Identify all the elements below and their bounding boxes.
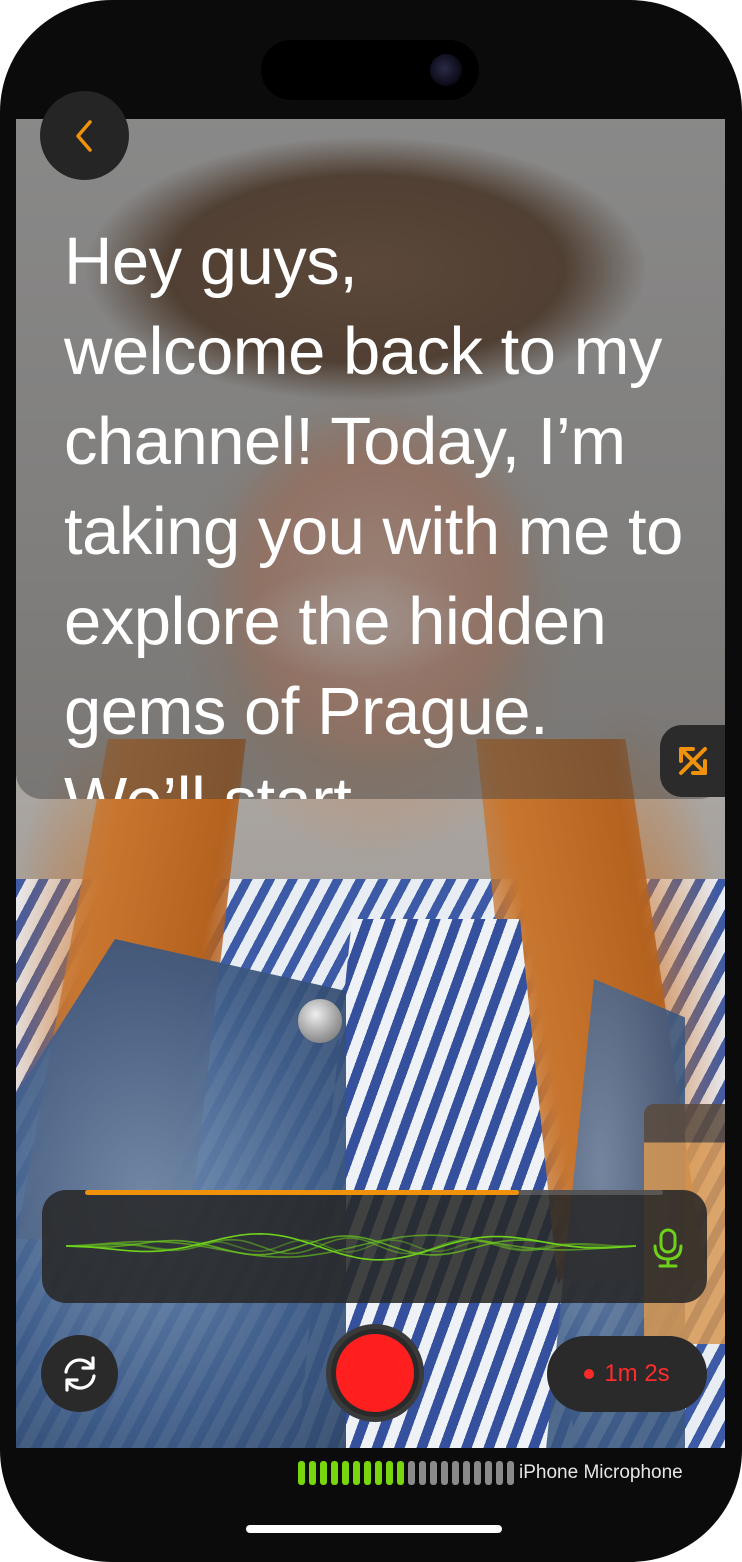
camera-flip-icon xyxy=(63,1355,96,1392)
record-icon xyxy=(336,1334,414,1412)
back-button[interactable] xyxy=(40,91,129,180)
level-segment xyxy=(375,1461,382,1485)
input-level-meter xyxy=(298,1461,514,1485)
level-segment xyxy=(298,1461,305,1485)
chevron-left-icon xyxy=(75,119,92,152)
audio-waveform xyxy=(66,1232,636,1261)
level-segment xyxy=(320,1461,327,1485)
script-progress-fill xyxy=(85,1190,519,1195)
level-segment xyxy=(309,1461,316,1485)
level-segment xyxy=(496,1461,503,1485)
level-segment xyxy=(364,1461,371,1485)
timer-text: 1m 2s xyxy=(604,1360,670,1387)
level-segment xyxy=(507,1461,514,1485)
teleprompter-script: Hey guys, welcome back to my channel! To… xyxy=(64,224,683,799)
level-segment xyxy=(419,1461,426,1485)
level-segment xyxy=(441,1461,448,1485)
record-button[interactable] xyxy=(326,1324,424,1422)
script-progress-bar[interactable] xyxy=(85,1190,663,1195)
teleprompter-panel[interactable]: Hey guys, welcome back to my channel! To… xyxy=(16,119,725,799)
level-segment xyxy=(408,1461,415,1485)
front-camera xyxy=(430,54,462,86)
level-segment xyxy=(353,1461,360,1485)
level-segment xyxy=(474,1461,481,1485)
home-indicator[interactable] xyxy=(246,1525,502,1533)
level-segment xyxy=(485,1461,492,1485)
recording-dot-icon xyxy=(584,1369,595,1379)
microphone-icon[interactable] xyxy=(650,1228,686,1268)
level-segment xyxy=(397,1461,404,1485)
level-segment xyxy=(331,1461,338,1485)
level-segment xyxy=(386,1461,393,1485)
level-segment xyxy=(463,1461,470,1485)
preview-jacket-button xyxy=(298,999,342,1043)
audio-panel xyxy=(42,1190,707,1303)
phone-frame: Hey guys, welcome back to my channel! To… xyxy=(0,0,742,1562)
recording-timer: 1m 2s xyxy=(547,1336,707,1412)
level-segment xyxy=(430,1461,437,1485)
flip-camera-button[interactable] xyxy=(41,1335,118,1412)
level-segment xyxy=(452,1461,459,1485)
diagonal-arrows-icon xyxy=(678,747,707,775)
level-segment xyxy=(342,1461,349,1485)
audio-source-label[interactable]: iPhone Microphone xyxy=(519,1462,683,1484)
resize-teleprompter-button[interactable] xyxy=(660,725,725,797)
